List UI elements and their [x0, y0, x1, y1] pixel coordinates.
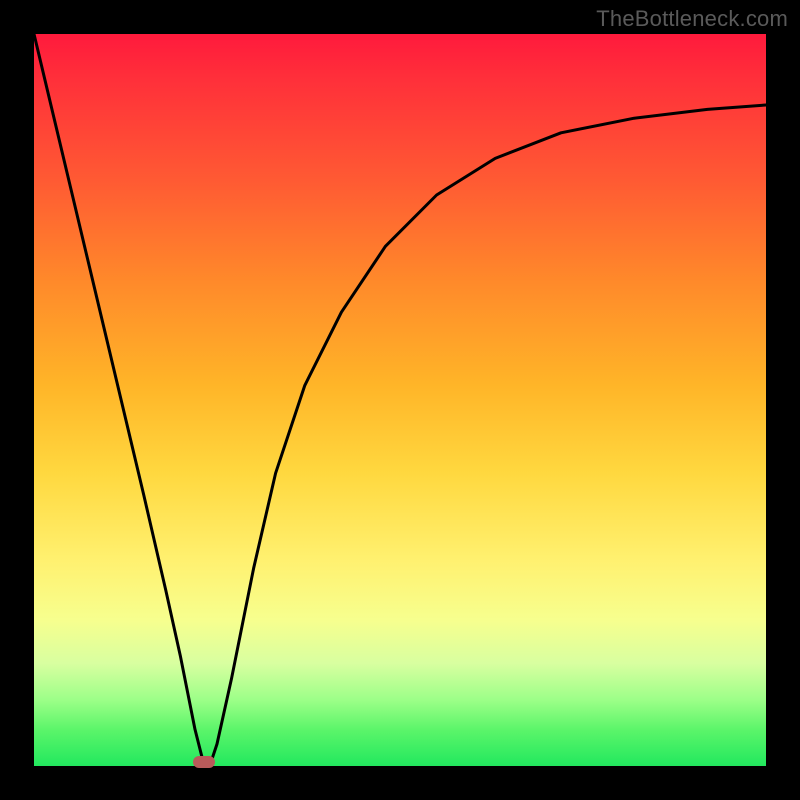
- plot-area: [34, 34, 766, 766]
- minimum-marker: [193, 756, 215, 768]
- bottleneck-curve-path: [34, 34, 766, 766]
- curve-svg: [34, 34, 766, 766]
- chart-frame: TheBottleneck.com: [0, 0, 800, 800]
- watermark-text: TheBottleneck.com: [596, 6, 788, 32]
